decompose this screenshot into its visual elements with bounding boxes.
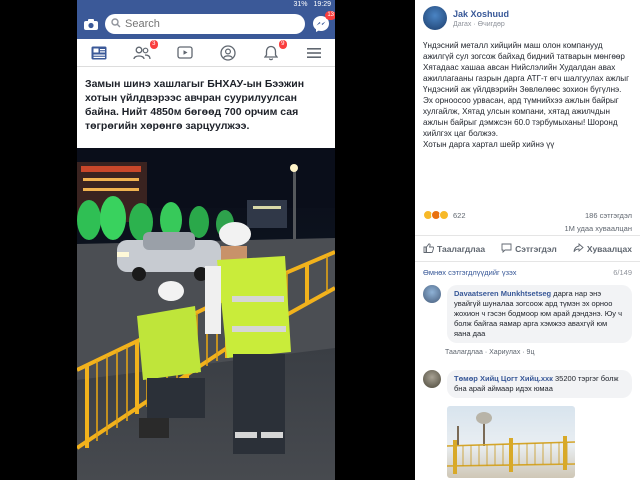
- messenger-icon[interactable]: 13: [311, 11, 335, 34]
- facebook-top-bar: 13: [77, 9, 335, 39]
- fence-photo: [447, 412, 575, 474]
- menu-icon[interactable]: [303, 43, 325, 63]
- commenter-avatar[interactable]: [423, 370, 441, 388]
- post-caption: Замын шинэ хашлагыг БНХАУ-ын Бээжин хоты…: [85, 78, 305, 132]
- search-icon: [111, 15, 121, 33]
- comment-icon: [501, 243, 512, 255]
- night-street-scene: [77, 148, 335, 454]
- comment-bubble: Davaatseren Munkhtsetseg дарга нар энэ у…: [447, 285, 632, 343]
- friends-icon[interactable]: 3: [131, 39, 158, 63]
- camera-icon[interactable]: [83, 17, 99, 31]
- comment-button[interactable]: Сэтгэгдэл: [501, 243, 557, 255]
- commenter-name[interactable]: Davaatseren Munkhtsetseg: [454, 289, 551, 298]
- post-time[interactable]: Өчигдөр: [478, 21, 505, 28]
- friends-badge: 3: [150, 39, 158, 49]
- comment-item: Davaatseren Munkhtsetseg дарга нар энэ у…: [415, 281, 640, 347]
- post-photo[interactable]: [77, 148, 335, 480]
- shares-count[interactable]: 1М удаа хуваалцан: [564, 224, 632, 233]
- author-avatar[interactable]: [423, 6, 447, 30]
- battery-level: 31%: [293, 1, 308, 8]
- news-feed-icon[interactable]: [88, 43, 110, 63]
- messenger-badge: 13: [325, 11, 335, 20]
- search-input[interactable]: [125, 18, 305, 30]
- phone-screenshot: 31% 19:29 13 3: [77, 0, 335, 480]
- reactions-row[interactable]: 622 186 сэтгэгдэл: [415, 208, 640, 222]
- author-meta: Дагах · Өчигдөр: [453, 21, 509, 28]
- notifications-icon[interactable]: 9: [260, 39, 287, 63]
- profile-icon[interactable]: [217, 43, 239, 63]
- thumbs-up-icon: [423, 242, 435, 255]
- author-info: Jak Xoshuud Дагах · Өчигдөр: [453, 9, 509, 28]
- search-box[interactable]: [105, 14, 305, 34]
- status-bar: 31% 19:29: [77, 0, 335, 9]
- like-label: Таалагдлаа: [437, 243, 486, 254]
- notifications-badge: 9: [279, 39, 287, 49]
- post-header: Jak Xoshuud Дагах · Өчигдөр: [415, 0, 640, 36]
- previous-comments-link[interactable]: Өмнөх сэтгэгдлүүдийг үзэх: [423, 268, 517, 277]
- commenter-avatar[interactable]: [423, 285, 441, 303]
- watch-icon[interactable]: [174, 43, 196, 63]
- previous-comments-row: Өмнөх сэтгэгдлүүдийг үзэх 6/149: [415, 262, 640, 281]
- comment-item: Төмөр Хийц Цогт Хийц.ххк 35200 тэргэг бо…: [415, 366, 640, 402]
- share-icon: [573, 242, 584, 255]
- comment-actions[interactable]: Таалагдлаа · Хариулах · 9ц: [415, 347, 640, 356]
- share-button[interactable]: Хуваалцах: [573, 242, 632, 255]
- facebook-tab-bar: 3 9: [77, 39, 335, 67]
- commenter-name[interactable]: Төмөр Хийц Цогт Хийц.ххк: [454, 374, 553, 383]
- sad-reaction-icon: [439, 210, 449, 220]
- follow-link[interactable]: Дагах: [453, 21, 471, 28]
- comment-label: Сэтгэгдэл: [515, 243, 557, 254]
- post-body: Үндэсний металл хийцийн маш олон компану…: [423, 41, 630, 149]
- comment-bubble: Төмөр Хийц Цогт Хийц.ххк 35200 тэргэг бо…: [447, 370, 632, 398]
- facebook-post-panel: Jak Xoshuud Дагах · Өчигдөр Үндэсний мет…: [415, 0, 640, 480]
- previous-comments-count: 6/149: [613, 268, 632, 277]
- post-actions: Таалагдлаа Сэтгэгдэл Хуваалцах: [415, 236, 640, 262]
- shares-row: 1М удаа хуваалцан: [415, 222, 640, 236]
- clock: 19:29: [313, 1, 331, 8]
- comments-count[interactable]: 186 сэтгэгдэл: [585, 211, 632, 220]
- comment-attached-photo[interactable]: [447, 406, 575, 478]
- reactions-count: 622: [453, 210, 466, 220]
- like-button[interactable]: Таалагдлаа: [423, 242, 486, 255]
- author-name[interactable]: Jak Xoshuud: [453, 9, 509, 19]
- share-label: Хуваалцах: [586, 243, 632, 254]
- screenshot-stage: 31% 19:29 13 3: [0, 0, 640, 480]
